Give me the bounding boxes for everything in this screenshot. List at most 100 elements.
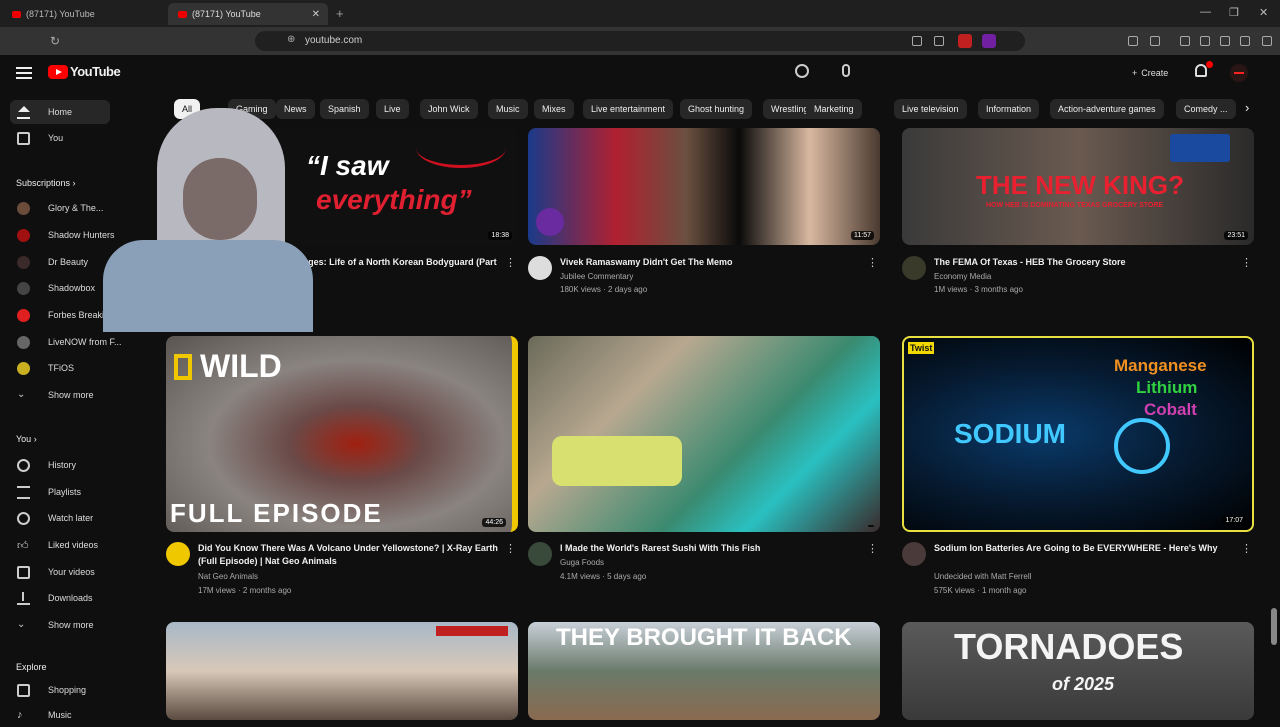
channel-avatar[interactable] [902, 542, 926, 566]
sidebar-item-downloads[interactable]: Downloads [0, 586, 150, 610]
browser-tab-active[interactable]: (87171) YouTube ✕ [168, 3, 328, 25]
shorts-icon [17, 131, 30, 145]
webcam-overlay [95, 100, 320, 332]
video-title[interactable]: Vivek Ramaswamy Didn't Get The Memo [560, 256, 860, 269]
tracking-icon[interactable] [912, 36, 922, 46]
chip[interactable]: Spanish [320, 99, 369, 119]
chip[interactable]: Live television [894, 99, 967, 119]
close-tab-icon[interactable]: ✕ [312, 9, 320, 20]
maximize-button[interactable]: ❐ [1229, 6, 1239, 19]
sidebar-item-music[interactable]: ♪ Music [0, 703, 150, 727]
more-options-icon[interactable]: ⋮ [867, 256, 878, 269]
chip[interactable]: Information [978, 99, 1040, 119]
account-avatar[interactable] [1230, 64, 1248, 82]
video-thumbnail[interactable]: THE NEW KING? HOW HEB IS DOMINATING TEXA… [902, 128, 1254, 245]
video-duration: 23:51 [1224, 231, 1248, 240]
video-thumbnail[interactable]: THEY BROUGHT IT BACK [528, 622, 880, 720]
channel-avatar[interactable] [528, 542, 552, 566]
sidebar-item-liked[interactable]: 👍︎ Liked videos [0, 533, 150, 557]
scrollbar-thumb[interactable] [1271, 608, 1277, 645]
video-duration: 11:57 [851, 231, 874, 240]
more-options-icon[interactable]: ⋮ [505, 542, 516, 555]
downloads-icon[interactable] [1240, 36, 1250, 46]
channel-name[interactable]: Undecided with Matt Ferrell [934, 572, 1031, 581]
youtube-play-icon [48, 64, 68, 79]
subscription-item[interactable]: LiveNOW from F... [0, 330, 150, 354]
video-title[interactable]: I Made the World's Rarest Sushi With Thi… [560, 542, 860, 555]
chip[interactable]: Comedy ... [1176, 99, 1236, 119]
thumbnail-text: of 2025 [1052, 674, 1115, 694]
site-info-icon[interactable]: ⊕ [287, 34, 295, 45]
channel-name[interactable]: Economy Media [934, 272, 991, 281]
video-thumbnail[interactable] [166, 622, 518, 720]
video-thumbnail[interactable] [528, 336, 880, 532]
split-view-icon[interactable] [1180, 36, 1190, 46]
you-heading[interactable]: You › [16, 434, 37, 444]
chip[interactable]: John Wick [420, 99, 478, 119]
microphone-icon[interactable] [842, 64, 850, 77]
subscription-item[interactable]: TFiOS [0, 356, 150, 380]
new-tab-button[interactable]: + [336, 6, 344, 21]
sidebar-item-label: Your videos [48, 567, 95, 577]
extension-icon[interactable] [982, 34, 996, 48]
channel-avatar[interactable] [902, 256, 926, 280]
chip[interactable]: Ghost hunting [680, 99, 753, 119]
subscriptions-heading[interactable]: Subscriptions › [16, 178, 76, 188]
channel-name[interactable]: Guga Foods [560, 558, 604, 567]
sidebar-show-more[interactable]: ⌄ Show more [0, 613, 150, 637]
menu-icon[interactable] [1262, 36, 1272, 46]
sidebar-item-watch-later[interactable]: Watch later [0, 506, 150, 530]
more-options-icon[interactable]: ⋮ [1241, 542, 1252, 555]
chip[interactable]: Action-adventure games [1050, 99, 1164, 119]
sidebar-item-your-videos[interactable]: Your videos [0, 560, 150, 584]
extension-icon[interactable] [958, 34, 972, 48]
video-duration: 44:26 [482, 518, 506, 527]
video-meta: 1M views · 3 months ago [934, 285, 1023, 294]
channel-avatar[interactable] [166, 542, 190, 566]
reader-icon[interactable] [1150, 36, 1160, 46]
video-thumbnail[interactable]: WILD FULL EPISODE 44:26 [166, 336, 518, 532]
browser-tab[interactable]: (87171) YouTube [2, 3, 167, 25]
more-options-icon[interactable]: ⋮ [1241, 256, 1252, 269]
minimize-button[interactable]: — [1200, 6, 1211, 18]
create-button[interactable]: + Create [1124, 63, 1176, 83]
channel-avatar [17, 281, 30, 295]
more-options-icon[interactable]: ⋮ [505, 256, 516, 269]
close-window-button[interactable]: ✕ [1259, 6, 1268, 19]
history-icon[interactable] [1220, 36, 1230, 46]
sidebar-item-label: Shadowbox [48, 283, 96, 293]
chip[interactable]: Live [376, 99, 409, 119]
sidebar-show-more[interactable]: ⌄ Show more [0, 383, 150, 407]
search-input[interactable] [420, 63, 790, 85]
notifications-bell-icon[interactable] [1195, 64, 1207, 77]
more-options-icon[interactable]: ⋮ [867, 542, 878, 555]
youtube-logo[interactable]: YouTube [48, 64, 121, 79]
page-scrollbar[interactable] [1270, 95, 1278, 720]
bookmark-icon[interactable] [934, 36, 944, 46]
video-thumbnail[interactable]: 11:57 [528, 128, 880, 245]
chip[interactable]: Live entertainment [583, 99, 674, 119]
sidebar-item-shopping[interactable]: Shopping [0, 678, 150, 702]
video-title[interactable]: Did You Know There Was A Volcano Under Y… [198, 542, 498, 568]
tabs-icon[interactable] [1200, 36, 1210, 46]
video-title[interactable]: Sodium Ion Batteries Are Going to Be EVE… [934, 542, 1234, 555]
channel-name[interactable]: Jubilee Commentary [560, 272, 633, 281]
channel-avatar[interactable] [528, 256, 552, 280]
video-thumbnail[interactable]: TORNADOES of 2025 [902, 622, 1254, 720]
sidebar-item-playlists[interactable]: Playlists [0, 480, 150, 504]
url-text[interactable]: youtube.com [305, 35, 362, 46]
extensions-icon[interactable] [1128, 36, 1138, 46]
chips-next-arrow-icon[interactable]: › [1245, 100, 1249, 115]
address-bar[interactable] [255, 31, 1025, 51]
hamburger-menu-icon[interactable] [16, 67, 32, 79]
reload-icon[interactable]: ↻ [50, 34, 60, 48]
sidebar-item-history[interactable]: History [0, 453, 150, 477]
chip[interactable]: Marketing [806, 99, 862, 119]
chip[interactable]: Mixes [534, 99, 574, 119]
video-title[interactable]: The FEMA Of Texas - HEB The Grocery Stor… [934, 256, 1234, 269]
search-icon[interactable] [795, 64, 809, 78]
video-thumbnail[interactable]: Twist Manganese Lithium Cobalt SODIUM 17… [902, 336, 1254, 532]
channel-name[interactable]: Nat Geo Animals [198, 572, 258, 581]
chip[interactable]: Music [488, 99, 528, 119]
channel-avatar [17, 255, 30, 269]
